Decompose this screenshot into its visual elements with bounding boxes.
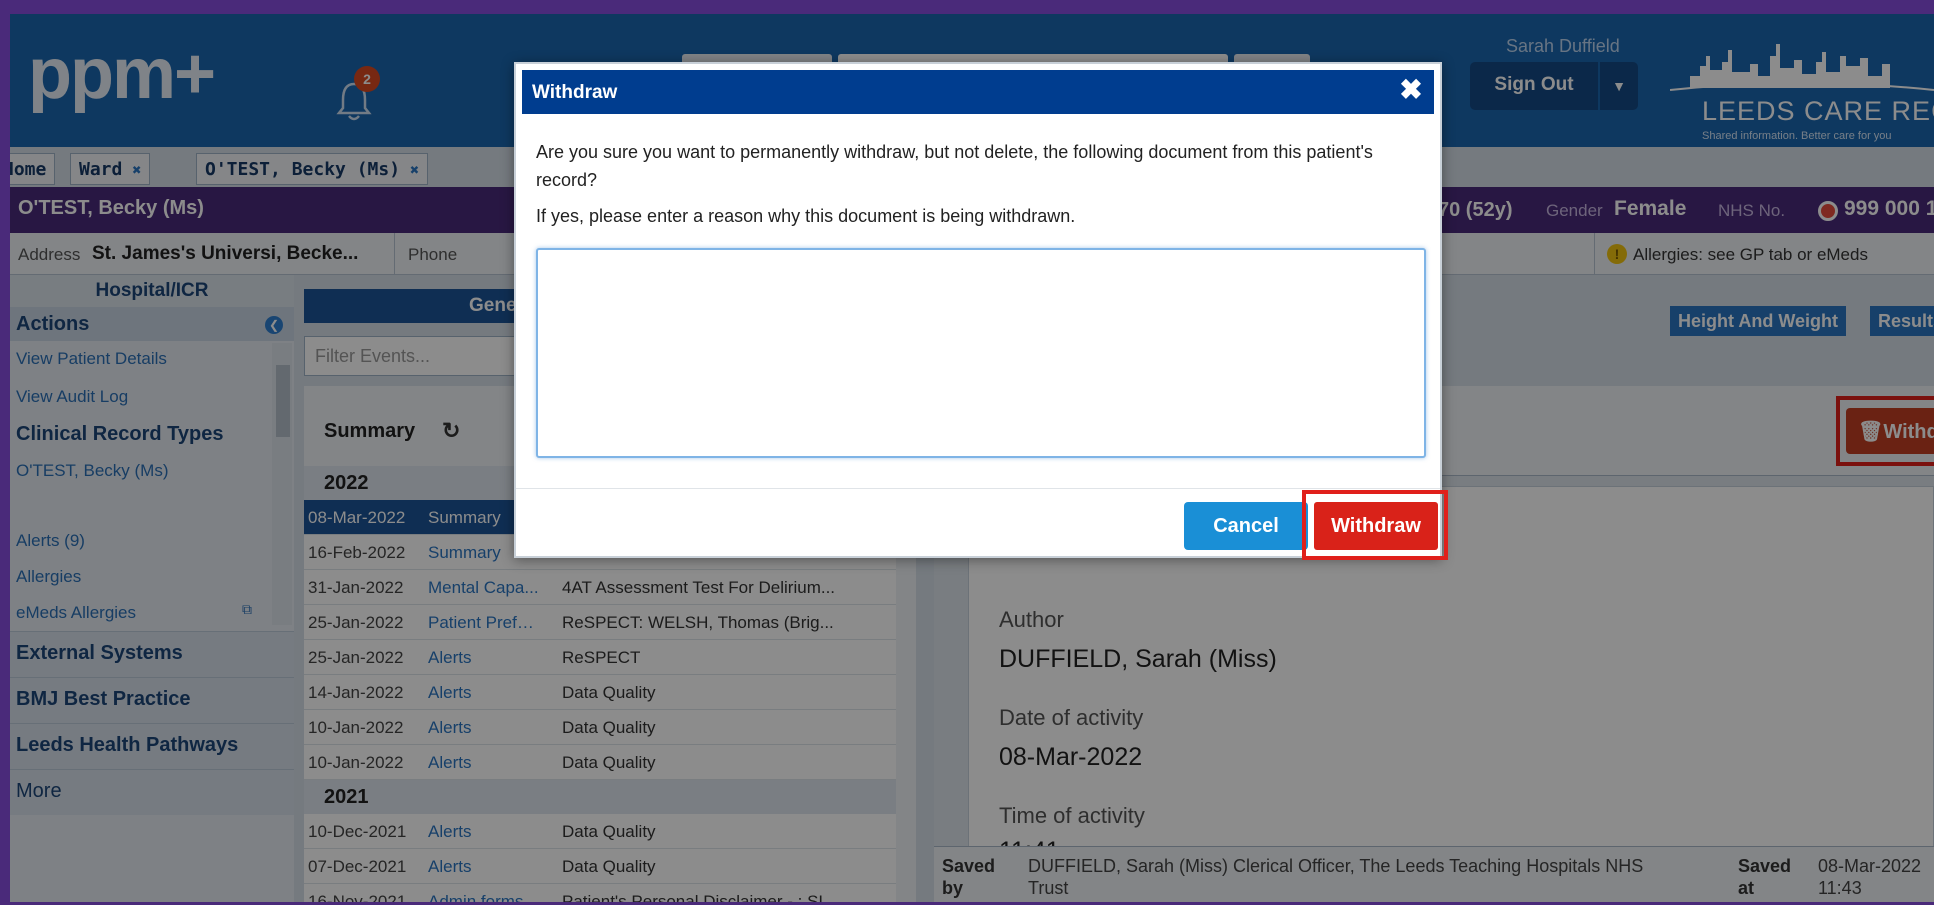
withdraw-reason-input[interactable] xyxy=(536,248,1426,458)
reason-prompt: If yes, please enter a reason why this d… xyxy=(536,206,1076,226)
divider xyxy=(516,488,1440,489)
dialog-title: Withdraw xyxy=(522,70,1434,114)
close-icon[interactable]: ✖ xyxy=(1396,76,1426,106)
cancel-button[interactable]: Cancel xyxy=(1184,502,1308,550)
withdraw-dialog: Withdraw ✖ Are you sure you want to perm… xyxy=(514,62,1448,560)
dialog-question: Are you sure you want to permanently wit… xyxy=(536,142,1373,190)
withdraw-button[interactable]: Withdraw xyxy=(1314,502,1438,550)
